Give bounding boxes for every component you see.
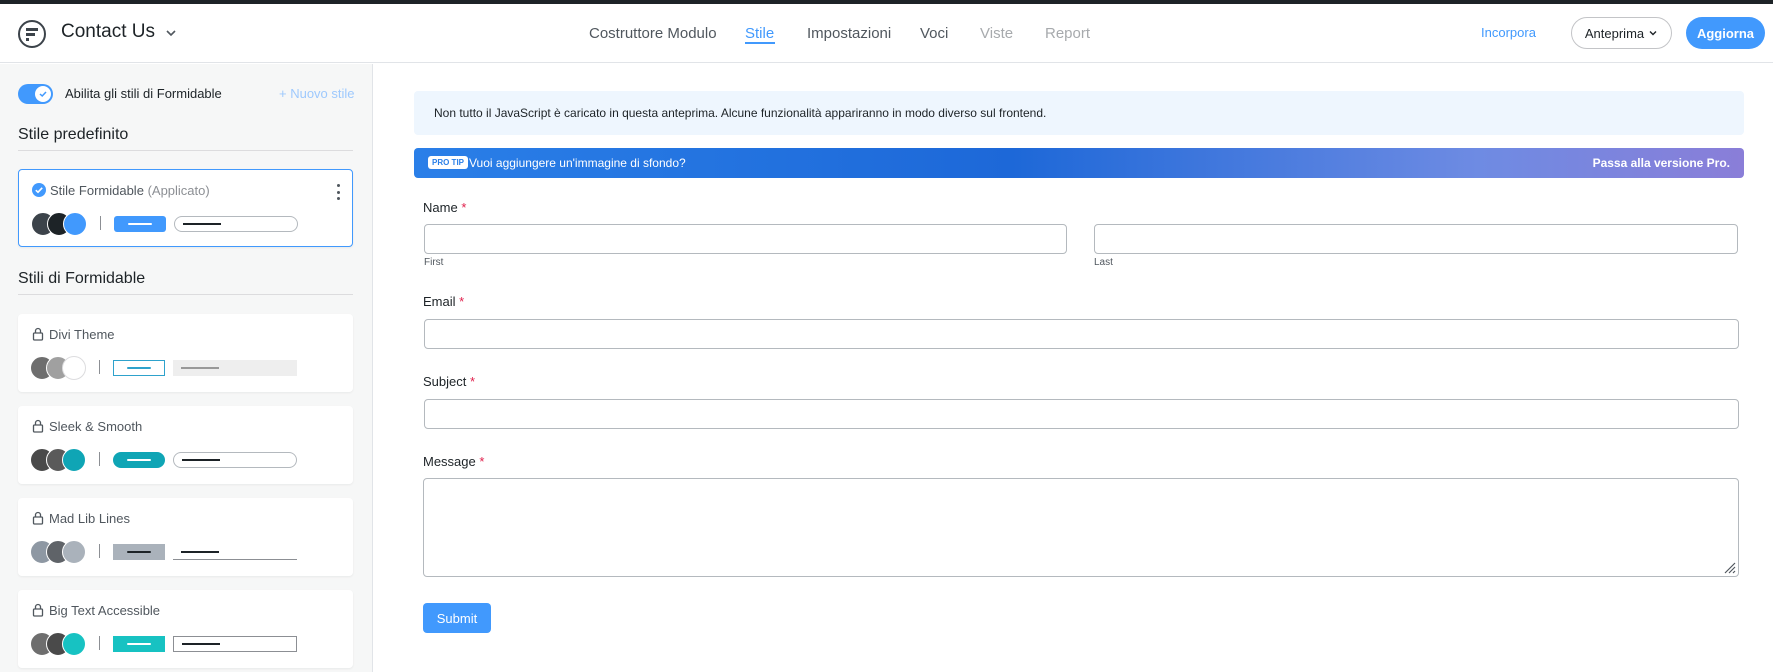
required-marker: * [459, 294, 465, 309]
preview-button[interactable]: Anteprima [1571, 17, 1672, 49]
styles-sidebar: Abilita gli stili di Formidable + Nuovo … [0, 64, 373, 672]
style-name: Divi Theme [49, 327, 115, 342]
input-preview [173, 360, 297, 376]
message-field[interactable] [423, 478, 1739, 577]
input-preview [173, 636, 297, 652]
tab-settings[interactable]: Impostazioni [807, 25, 891, 42]
label-text: Subject [423, 374, 467, 389]
upgrade-pro-link[interactable]: Passa alla versione Pro. [1593, 156, 1730, 170]
first-sublabel: First [424, 257, 444, 268]
lock-icon [32, 511, 44, 525]
preview-button-label: Anteprima [1584, 25, 1645, 41]
style-name: Stile Formidable [50, 183, 144, 198]
toggle-knob [35, 86, 51, 102]
javascript-notice: Non tutto il JavaScript è caricato in qu… [414, 91, 1744, 135]
tab-style[interactable]: Stile [745, 25, 774, 42]
required-marker: * [479, 454, 485, 469]
color-swatches [30, 540, 86, 564]
divider [18, 294, 353, 295]
enable-styles-toggle[interactable] [18, 84, 53, 104]
label-text: Email [423, 294, 456, 309]
name-label: Name * [423, 200, 466, 215]
lock-icon [32, 419, 44, 433]
button-preview [113, 636, 165, 652]
style-card-divi-theme[interactable]: Divi Theme [18, 314, 353, 392]
form-preview: Non tutto il JavaScript è caricato in qu… [374, 64, 1773, 672]
first-name-field[interactable] [424, 224, 1067, 254]
input-preview [173, 452, 297, 468]
last-sublabel: Last [1094, 257, 1113, 268]
required-marker: * [470, 374, 476, 389]
color-swatches [31, 212, 87, 236]
style-name: Big Text Accessible [49, 603, 161, 618]
divider [99, 452, 100, 466]
label-text: Message [423, 454, 476, 469]
submit-button[interactable]: Submit [423, 603, 491, 633]
divider [99, 544, 100, 558]
subject-label: Subject * [423, 374, 475, 389]
style-name: Mad Lib Lines [49, 511, 130, 526]
enable-styles-label: Abilita gli stili di Formidable [65, 86, 222, 101]
color-swatches [30, 448, 86, 472]
resize-handle-icon[interactable] [1722, 560, 1736, 574]
divider [100, 216, 101, 230]
formidable-styles-heading: Stili di Formidable [18, 270, 146, 287]
email-field[interactable] [424, 319, 1739, 349]
tab-form-builder[interactable]: Costruttore Modulo [589, 25, 717, 42]
divider [18, 150, 353, 151]
tab-entries[interactable]: Voci [920, 25, 948, 42]
message-label: Message * [423, 454, 484, 469]
color-swatches [30, 356, 86, 380]
last-name-field[interactable] [1094, 224, 1738, 254]
pro-tip-text: Vuoi aggiungere un'immagine di sfondo? [469, 156, 686, 170]
button-preview [113, 544, 165, 560]
update-button[interactable]: Aggiorna [1686, 17, 1765, 49]
label-text: Name [423, 200, 458, 215]
style-card-mad-lib-lines[interactable]: Mad Lib Lines [18, 498, 353, 576]
style-card-big-text-accessible[interactable]: Big Text Accessible [18, 590, 353, 668]
style-card-sleek-smooth[interactable]: Sleek & Smooth [18, 406, 353, 484]
swatch [63, 212, 87, 236]
style-status: (Applicato) [147, 183, 210, 198]
pro-tip-badge: PRO TIP [428, 156, 469, 169]
active-tab-underline [745, 42, 775, 44]
check-icon [39, 91, 47, 98]
app-header: Contact Us Costruttore Modulo Stile Impo… [0, 4, 1773, 63]
swatch [62, 448, 86, 472]
lock-icon [32, 327, 44, 341]
tab-reports[interactable]: Report [1045, 25, 1090, 42]
pro-tip-banner[interactable]: PRO TIP Vuoi aggiungere un'immagine di s… [414, 148, 1744, 178]
swatch [62, 632, 86, 656]
default-style-heading: Stile predefinito [18, 126, 129, 143]
email-label: Email * [423, 294, 464, 309]
check-circle-icon [32, 183, 46, 197]
input-preview [174, 216, 298, 232]
style-name: Sleek & Smooth [49, 419, 143, 434]
style-card-default[interactable]: Stile Formidable (Applicato) [18, 169, 353, 247]
chevron-down-icon [1649, 31, 1657, 36]
more-options-icon[interactable] [336, 184, 340, 200]
new-style-link[interactable]: + Nuovo stile [279, 86, 355, 101]
tab-views[interactable]: Viste [980, 25, 1013, 42]
required-marker: * [461, 200, 467, 215]
swatch [62, 356, 86, 380]
color-swatches [30, 632, 86, 656]
button-preview [113, 360, 165, 376]
divider [99, 360, 100, 374]
divider [99, 636, 100, 650]
swatch [62, 540, 86, 564]
button-preview [113, 452, 165, 468]
lock-icon [32, 603, 44, 617]
style-card-title: Stile Formidable (Applicato) [50, 183, 210, 198]
embed-button[interactable]: Incorpora [1481, 25, 1536, 40]
button-preview [114, 216, 166, 232]
input-preview [173, 544, 297, 560]
subject-field[interactable] [424, 399, 1739, 429]
